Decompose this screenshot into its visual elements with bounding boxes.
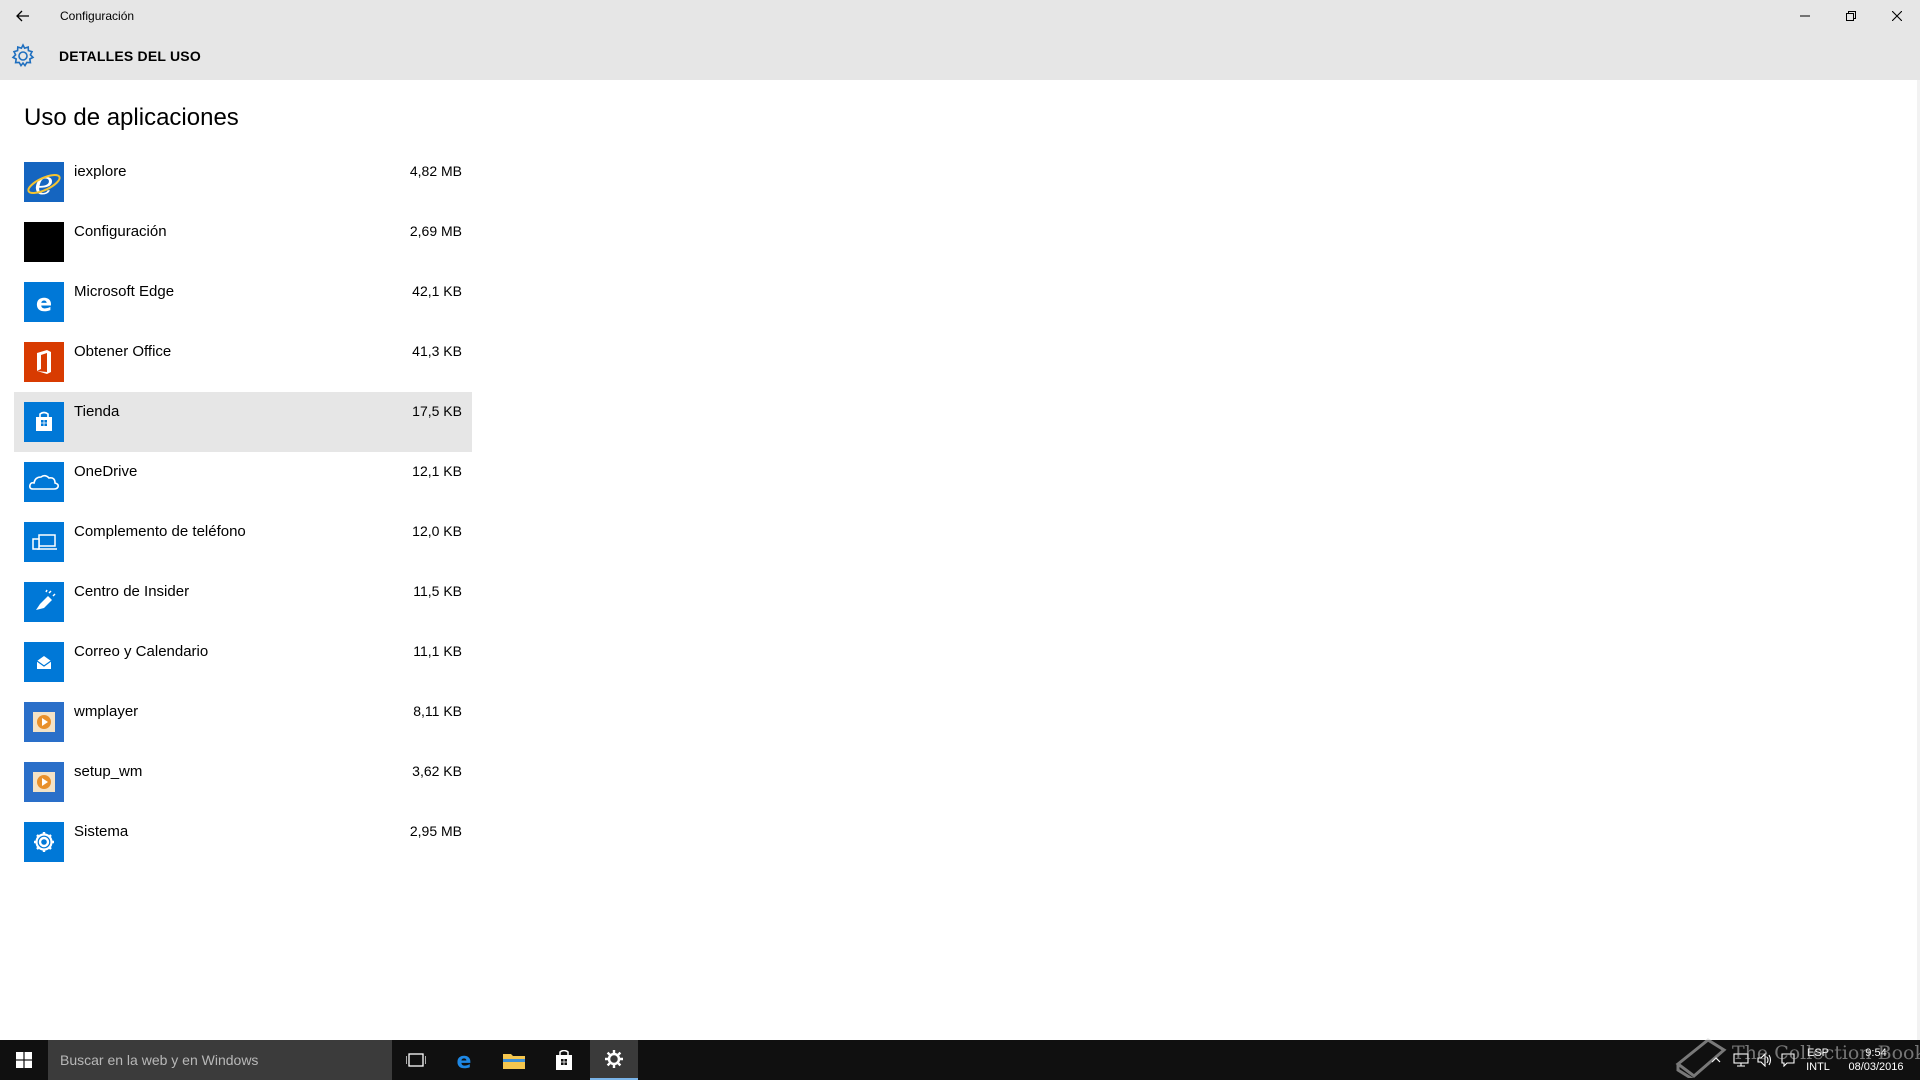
svg-text:e: e [457, 1049, 472, 1072]
search-box[interactable]: Buscar en la web y en Windows [48, 1040, 392, 1080]
list-item[interactable]: Configuración 2,69 MB [14, 212, 472, 272]
insider-hub-icon [24, 582, 64, 622]
app-name: Centro de Insider [74, 583, 190, 600]
minimize-icon [1800, 15, 1810, 17]
app-name: OneDrive [74, 463, 138, 480]
gear-icon [11, 43, 35, 68]
close-button[interactable] [1874, 0, 1920, 32]
onedrive-icon [24, 462, 64, 502]
close-icon [1892, 11, 1902, 21]
edge-icon: e [24, 282, 64, 322]
app-name: Configuración [74, 223, 167, 240]
title-bar: Configuración [0, 0, 1920, 32]
watermark-text: The Collection Book [1732, 1042, 1920, 1064]
app-size: 11,5 KB [413, 583, 462, 599]
app-name: Sistema [74, 823, 129, 840]
office-icon [24, 342, 64, 382]
taskbar-edge-button[interactable]: e [440, 1040, 488, 1080]
media-player-icon [24, 702, 64, 742]
taskbar: Buscar en la web y en Windows e ESP INTL… [0, 1040, 1920, 1080]
app-size: 2,69 MB [409, 223, 462, 239]
list-item-selected[interactable]: Tienda 17,5 KB [14, 392, 472, 452]
restore-icon [1846, 11, 1856, 21]
app-size: 2,95 MB [409, 823, 462, 839]
start-button[interactable] [0, 1040, 48, 1080]
book-logo-icon [1675, 1038, 1727, 1078]
list-item[interactable]: Centro de Insider 11,5 KB [14, 572, 472, 632]
taskbar-store-button[interactable] [540, 1040, 588, 1080]
gear-icon [605, 1050, 623, 1068]
task-view-icon [406, 1053, 426, 1067]
app-size: 8,11 KB [413, 703, 462, 719]
windows-logo-icon [16, 1052, 32, 1068]
watermark: The Collection Book [1672, 1034, 1920, 1080]
app-size: 42,1 KB [412, 283, 462, 299]
app-name: Complemento de teléfono [74, 523, 246, 540]
app-name: Obtener Office [74, 343, 172, 360]
edge-icon: e [457, 1049, 472, 1072]
app-name: iexplore [74, 163, 127, 180]
back-arrow-icon [16, 10, 29, 22]
list-item[interactable]: Obtener Office 41,3 KB [14, 332, 472, 392]
list-item[interactable]: OneDrive 12,1 KB [14, 452, 472, 512]
app-size: 41,3 KB [412, 343, 462, 359]
minimize-button[interactable] [1782, 0, 1828, 32]
taskbar-settings-button[interactable] [590, 1040, 638, 1080]
app-size: 12,0 KB [412, 523, 462, 539]
app-name: Microsoft Edge [74, 283, 175, 300]
store-icon [24, 402, 64, 442]
list-item[interactable]: Sistema 2,95 MB [14, 812, 472, 872]
list-item[interactable]: e Microsoft Edge 42,1 KB [14, 272, 472, 332]
restore-button[interactable] [1828, 0, 1874, 32]
window-title: Configuración [60, 9, 135, 23]
list-item[interactable]: Complemento de teléfono 12,0 KB [14, 512, 472, 572]
phone-companion-icon [24, 522, 64, 562]
task-view-button[interactable] [392, 1040, 440, 1080]
system-gear-icon [24, 822, 64, 862]
internet-explorer-icon: e [24, 162, 64, 202]
page-header: DETALLES DEL USO [0, 32, 1920, 80]
app-name: Correo y Calendario [74, 643, 209, 660]
list-item[interactable]: Correo y Calendario 11,1 KB [14, 632, 472, 692]
folder-icon [503, 1054, 525, 1069]
page-title: DETALLES DEL USO [59, 48, 201, 64]
app-name: setup_wm [74, 763, 143, 780]
app-size: 3,62 KB [412, 763, 462, 779]
list-item[interactable]: e iexplore 4,82 MB [14, 152, 472, 212]
svg-text:e: e [36, 289, 52, 317]
app-size: 17,5 KB [412, 403, 462, 419]
taskbar-explorer-button[interactable] [490, 1040, 538, 1080]
app-name: Tienda [74, 403, 120, 420]
app-size: 12,1 KB [412, 463, 462, 479]
list-item[interactable]: wmplayer 8,11 KB [14, 692, 472, 752]
settings-app-icon [24, 222, 64, 262]
section-title: Uso de aplicaciones [24, 104, 239, 131]
app-usage-list: e iexplore 4,82 MB Configuración 2,69 MB… [14, 152, 472, 872]
back-button[interactable] [0, 0, 46, 32]
app-size: 11,1 KB [413, 643, 462, 659]
media-player-icon [24, 762, 64, 802]
app-size: 4,82 MB [409, 163, 462, 179]
store-icon [556, 1050, 572, 1070]
search-placeholder: Buscar en la web y en Windows [60, 1052, 259, 1068]
app-name: wmplayer [74, 703, 139, 720]
svg-text:e: e [35, 164, 54, 202]
list-item[interactable]: setup_wm 3,62 KB [14, 752, 472, 812]
mail-calendar-icon [24, 642, 64, 682]
